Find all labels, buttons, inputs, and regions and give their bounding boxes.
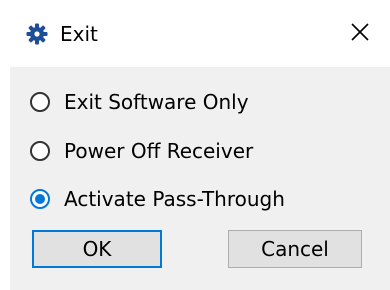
ok-button[interactable]: OK: [32, 230, 162, 268]
gear-icon: [26, 23, 48, 45]
radio-activate-pass-through[interactable]: Activate Pass-Through: [30, 184, 285, 214]
exit-dialog: Exit Exit Software Only Power Off Receiv…: [0, 0, 390, 290]
close-icon: [350, 22, 370, 46]
radio-power-off-receiver[interactable]: Power Off Receiver: [30, 136, 253, 166]
close-button[interactable]: [340, 14, 380, 54]
radio-label: Power Off Receiver: [64, 139, 254, 163]
dialog-body: Exit Software Only Power Off Receiver Ac…: [10, 67, 390, 290]
radio-button[interactable]: [30, 141, 50, 161]
radio-label: Exit Software Only: [64, 90, 249, 114]
radio-button[interactable]: [30, 92, 50, 112]
radio-exit-software-only[interactable]: Exit Software Only: [30, 87, 249, 117]
cancel-button[interactable]: Cancel: [228, 230, 362, 268]
radio-button-selected[interactable]: [30, 189, 50, 209]
window-title: Exit: [60, 22, 98, 46]
radio-label: Activate Pass-Through: [64, 187, 285, 211]
title-bar: Exit: [0, 0, 390, 67]
